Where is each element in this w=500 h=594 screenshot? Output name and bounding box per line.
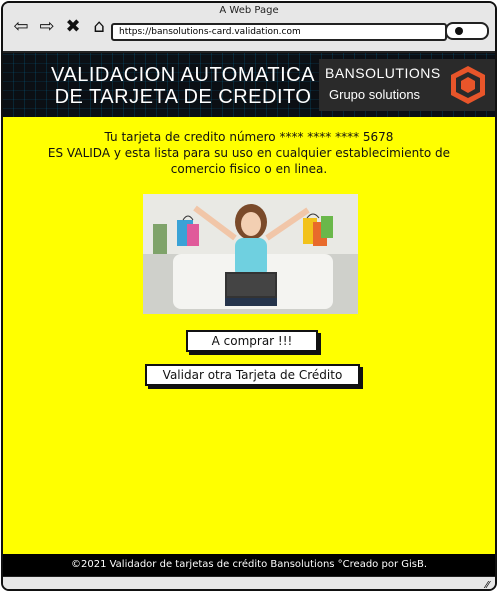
browser-window: A Web Page ⇦ ⇨ ✖ ⌂ https://bansolutions-…	[1, 1, 497, 591]
status-bar: ⁄⁄	[3, 576, 495, 589]
browser-titlebar: A Web Page ⇦ ⇨ ✖ ⌂ https://bansolutions-…	[3, 3, 495, 53]
address-bar[interactable]: https://bansolutions-card.validation.com	[111, 23, 447, 41]
title-line-2: DE TARJETA DE CREDITO	[54, 86, 312, 108]
buy-button[interactable]: A comprar !!!	[186, 330, 318, 352]
usage-line: comercio fisico o en linea.	[170, 162, 328, 176]
browser-nav: ⇦ ⇨ ✖ ⌂	[11, 18, 109, 36]
resize-grip-icon[interactable]: ⁄⁄	[486, 580, 489, 589]
validation-message: Tu tarjeta de credito número **** **** *…	[3, 129, 495, 177]
close-icon[interactable]: ✖	[63, 18, 83, 36]
window-title: A Web Page	[219, 5, 279, 16]
brand-subtitle: Grupo solutions	[329, 87, 421, 102]
forward-icon[interactable]: ⇨	[37, 18, 57, 36]
back-icon[interactable]: ⇦	[11, 18, 31, 36]
title-line-1: VALIDACION AUTOMATICA	[51, 64, 315, 86]
valid-line: ES VALIDA y esta lista para su uso en cu…	[47, 146, 451, 160]
brand-box: BANSOLUTIONS Grupo solutions	[319, 59, 495, 111]
page-title: VALIDACION AUTOMATICA DE TARJETA DE CRED…	[43, 64, 323, 108]
footer: ©2021 Validador de tarjetas de crédito B…	[3, 554, 495, 576]
home-icon[interactable]: ⌂	[89, 18, 109, 36]
happy-shopper-image	[143, 194, 358, 314]
header-banner: VALIDACION AUTOMATICA DE TARJETA DE CRED…	[3, 53, 495, 117]
validate-another-card-button[interactable]: Validar otra Tarjeta de Crédito	[145, 364, 360, 386]
brand-logo-icon	[451, 66, 485, 104]
menu-toggle[interactable]	[445, 22, 489, 40]
card-number-line: Tu tarjeta de credito número **** **** *…	[104, 130, 394, 144]
result-panel: Tu tarjeta de credito número **** **** *…	[3, 117, 495, 554]
brand-name: BANSOLUTIONS	[325, 65, 441, 81]
